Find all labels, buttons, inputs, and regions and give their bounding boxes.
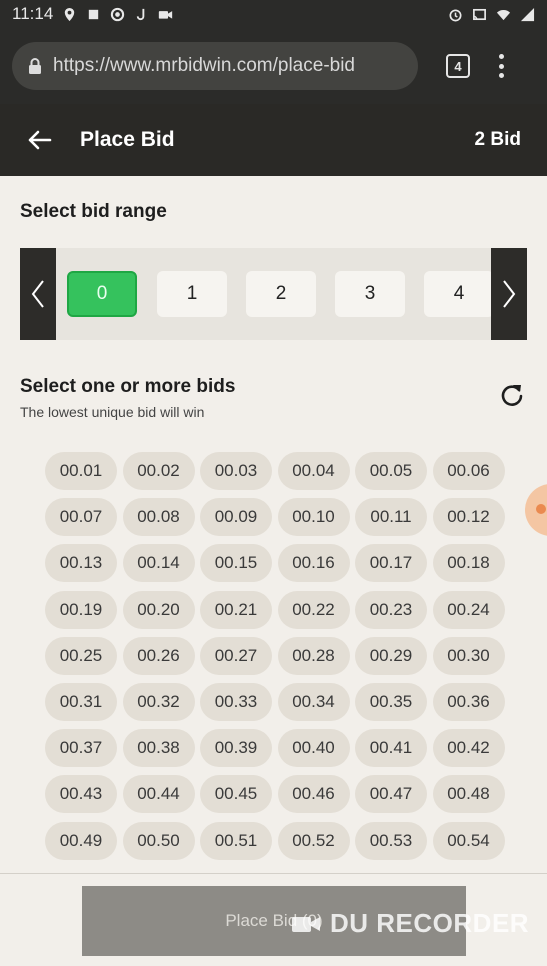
range-next-button[interactable] <box>491 248 527 340</box>
range-option-2[interactable]: 2 <box>246 271 316 317</box>
bid-chip[interactable]: 00.34 <box>277 683 350 721</box>
bid-chip[interactable]: 00.11 <box>355 498 427 537</box>
bid-chip[interactable]: 00.43 <box>45 775 117 814</box>
record-icon <box>111 7 125 21</box>
bid-chip[interactable]: 00.29 <box>355 636 427 675</box>
range-prev-button[interactable] <box>20 248 56 340</box>
page-title: Place Bid <box>80 128 175 151</box>
bid-chip[interactable]: 00.32 <box>122 683 195 721</box>
video-icon <box>159 10 173 19</box>
range-option-0[interactable]: 0 <box>67 271 137 317</box>
bid-chip[interactable]: 00.02 <box>122 452 195 490</box>
more-menu-icon[interactable] <box>498 54 504 78</box>
camera-icon <box>292 916 320 932</box>
bid-chip[interactable]: 00.53 <box>355 821 427 860</box>
bid-chip[interactable]: 00.23 <box>355 590 427 629</box>
address-bar[interactable]: https://www.mrbidwin.com/place-bid <box>12 42 418 90</box>
bid-chip[interactable]: 00.03 <box>200 452 272 490</box>
bid-chip[interactable]: 00.30 <box>432 636 505 675</box>
bid-chip[interactable]: 00.20 <box>122 590 195 629</box>
bid-range-title: Select bid range <box>20 201 167 222</box>
j-icon <box>137 8 145 20</box>
bid-chip[interactable]: 00.08 <box>122 498 195 537</box>
bid-chip[interactable]: 00.09 <box>200 498 272 537</box>
bid-chip[interactable]: 00.42 <box>432 729 505 768</box>
bid-chip[interactable]: 00.28 <box>277 636 350 675</box>
range-option-4[interactable]: 4 <box>424 271 494 317</box>
bid-chip[interactable]: 00.16 <box>277 544 350 583</box>
browser-toolbar: https://www.mrbidwin.com/place-bid 4 <box>0 28 547 104</box>
bid-chip[interactable]: 00.14 <box>122 544 195 583</box>
bid-chip[interactable]: 00.49 <box>45 821 117 860</box>
square-icon <box>89 9 99 19</box>
bid-chip[interactable]: 00.22 <box>277 590 350 629</box>
floating-bubble[interactable] <box>525 484 547 536</box>
bid-chip[interactable]: 00.41 <box>355 729 427 768</box>
bid-chip[interactable]: 00.39 <box>200 729 272 768</box>
bid-chip[interactable]: 00.36 <box>432 683 505 721</box>
watermark-text: DU RECORDER <box>330 908 530 938</box>
bid-chip[interactable]: 00.15 <box>200 544 272 583</box>
lock-icon <box>29 58 41 74</box>
bid-range-selector: 0 1 2 3 4 <box>20 248 527 340</box>
location-icon <box>65 7 75 21</box>
status-time: 11:14 <box>12 4 54 23</box>
bid-chip[interactable]: 00.45 <box>200 775 272 814</box>
bid-chip[interactable]: 00.10 <box>277 498 350 537</box>
range-option-3[interactable]: 3 <box>335 271 405 317</box>
bid-chip[interactable]: 00.35 <box>355 683 427 721</box>
chevron-left-icon <box>31 280 44 308</box>
signal-icon <box>520 7 535 21</box>
back-arrow-icon[interactable] <box>26 129 52 151</box>
bid-chip[interactable]: 00.31 <box>45 683 117 721</box>
range-option-1[interactable]: 1 <box>157 271 227 317</box>
main-content: Select bid range 0 1 2 3 4 Select one or… <box>0 176 547 966</box>
footer-divider <box>0 873 547 874</box>
cast-icon <box>473 8 486 20</box>
bid-chip[interactable]: 00.52 <box>277 821 350 860</box>
bid-chip[interactable]: 00.51 <box>200 821 272 860</box>
bid-chip[interactable]: 00.24 <box>432 590 505 629</box>
chevron-right-icon <box>503 280 516 308</box>
bid-chip[interactable]: 00.54 <box>432 821 505 860</box>
bid-chip[interactable]: 00.26 <box>122 636 195 675</box>
bid-chip[interactable]: 00.50 <box>122 821 195 860</box>
bid-chip[interactable]: 00.48 <box>432 775 505 814</box>
refresh-icon[interactable] <box>499 382 525 408</box>
alarm-icon <box>449 8 462 21</box>
select-bids-title: Select one or more bids <box>20 376 236 397</box>
wifi-icon <box>496 9 511 20</box>
recorder-watermark: DU RECORDER <box>290 908 529 939</box>
bid-chip[interactable]: 00.19 <box>45 590 117 629</box>
bid-chip[interactable]: 00.05 <box>355 452 427 490</box>
bid-chip[interactable]: 00.17 <box>355 544 427 583</box>
bid-chip[interactable]: 00.38 <box>122 729 195 768</box>
bid-chip[interactable]: 00.07 <box>45 498 117 537</box>
bid-chip[interactable]: 00.13 <box>45 544 117 583</box>
bid-chip[interactable]: 00.12 <box>432 498 505 537</box>
app-header: Place Bid 2 Bid <box>0 104 547 176</box>
bid-chip[interactable]: 00.46 <box>277 775 350 814</box>
bid-chip[interactable]: 00.27 <box>200 636 272 675</box>
bid-chip[interactable]: 00.25 <box>45 636 117 675</box>
bid-chip[interactable]: 00.37 <box>45 729 117 768</box>
bid-chip[interactable]: 00.33 <box>200 683 272 721</box>
status-bar: 11:14 <box>0 0 547 28</box>
bid-count: 2 Bid <box>474 129 521 150</box>
bid-chip[interactable]: 00.44 <box>122 775 195 814</box>
bid-chip[interactable]: 00.04 <box>277 452 350 490</box>
bid-chip[interactable]: 00.01 <box>45 452 117 490</box>
select-bids-subtitle: The lowest unique bid will win <box>20 404 205 420</box>
bid-chip[interactable]: 00.06 <box>432 452 505 490</box>
bid-chip[interactable]: 00.40 <box>277 729 350 768</box>
url-text: https://www.mrbidwin.com/place-bid <box>53 55 355 76</box>
bid-chip[interactable]: 00.18 <box>432 544 505 583</box>
tab-switcher-button[interactable]: 4 <box>446 54 470 78</box>
bid-chip[interactable]: 00.21 <box>200 590 272 629</box>
bid-chip[interactable]: 00.47 <box>355 775 427 814</box>
